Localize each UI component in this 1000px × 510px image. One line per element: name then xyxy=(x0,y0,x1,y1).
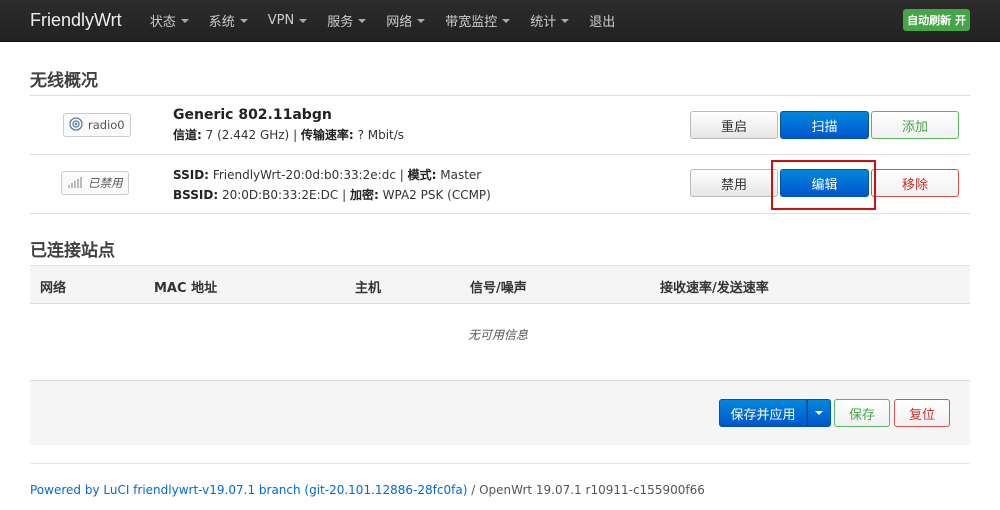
channel-value: 7 (2.442 GHz) xyxy=(205,128,290,142)
caret-down-icon xyxy=(299,18,308,23)
stations-header: 网络 MAC 地址 主机 信号/噪声 接收速率/发送速率 xyxy=(30,265,970,304)
top-navbar: FriendlyWrt 状态 系统 VPN 服务 网络 带宽监控 统计 退出 自… xyxy=(0,0,1000,42)
no-info-text: 无可用信息 xyxy=(468,328,529,342)
caret-down-icon xyxy=(358,18,367,23)
stations-title: 已连接站点 xyxy=(30,241,115,261)
scan-button[interactable]: 扫描 xyxy=(780,111,869,139)
menu-status[interactable]: 状态 xyxy=(140,11,199,30)
save-button[interactable]: 保存 xyxy=(834,399,890,427)
col-signal: 信号/噪声 xyxy=(470,281,527,296)
menu-logout[interactable]: 退出 xyxy=(579,11,625,30)
footer-divider xyxy=(30,463,970,464)
menu-network[interactable]: 网络 xyxy=(376,11,435,30)
menu-system[interactable]: 系统 xyxy=(199,11,258,30)
bssid-value: 20:0D:B0:33:2E:DC xyxy=(221,188,339,202)
col-network: 网络 xyxy=(40,281,67,296)
caret-down-icon xyxy=(502,18,511,23)
caret-down-icon xyxy=(561,18,570,23)
footer-version: / OpenWrt 19.07.1 r10911-c155900f66 xyxy=(467,483,705,497)
col-host: 主机 xyxy=(355,281,382,296)
brand-logo[interactable]: FriendlyWrt xyxy=(30,10,122,31)
encryption-value: WPA2 PSK (CCMP) xyxy=(382,188,491,202)
network-row: 已禁用 SSID: FriendlyWrt-20:0d:b0:33:2e:dc … xyxy=(30,155,970,214)
menu-bandwidth[interactable]: 带宽监控 xyxy=(435,11,520,30)
save-apply-button[interactable]: 保存并应用 xyxy=(719,399,807,427)
save-apply-dropdown[interactable] xyxy=(807,399,831,427)
stations-empty-row: 无可用信息 xyxy=(30,304,970,364)
caret-down-icon xyxy=(180,18,189,23)
restart-button[interactable]: 重启 xyxy=(690,111,778,139)
caret-down-icon xyxy=(815,411,823,415)
stations-table: 网络 MAC 地址 主机 信号/噪声 接收速率/发送速率 无可用信息 xyxy=(30,265,970,364)
page-actions: 保存并应用 保存 复位 xyxy=(30,380,970,445)
caret-down-icon xyxy=(239,18,248,23)
footer: Powered by LuCI friendlywrt-v19.07.1 bra… xyxy=(30,483,705,497)
ssid-value: FriendlyWrt-20:0d:b0:33:2e:dc xyxy=(212,168,396,182)
wireless-table: radio0 Generic 802.11abgn 信道: 7 (2.442 G… xyxy=(30,95,970,214)
add-button[interactable]: 添加 xyxy=(871,111,959,139)
disabled-badge: 已禁用 xyxy=(61,171,129,195)
autorefresh-toggle[interactable]: 自动刷新 开 xyxy=(903,9,970,31)
disable-button[interactable]: 禁用 xyxy=(690,169,778,197)
wifi-radio-icon xyxy=(69,116,83,134)
caret-down-icon xyxy=(417,18,426,23)
save-apply-split-button: 保存并应用 xyxy=(719,399,831,427)
wireless-overview-title: 无线概况 xyxy=(30,71,98,91)
device-name: Generic 802.11abgn xyxy=(173,107,332,123)
signal-bars-icon xyxy=(67,176,83,191)
remove-button[interactable]: 移除 xyxy=(871,169,959,197)
main-menu: 状态 系统 VPN 服务 网络 带宽监控 统计 退出 xyxy=(140,11,626,30)
menu-services[interactable]: 服务 xyxy=(317,11,376,30)
luci-link[interactable]: Powered by LuCI friendlywrt-v19.07.1 bra… xyxy=(30,483,467,497)
menu-statistics[interactable]: 统计 xyxy=(520,11,579,30)
radio-badge: radio0 xyxy=(63,113,131,137)
device-info: Generic 802.11abgn 信道: 7 (2.442 GHz) | 传… xyxy=(173,107,405,142)
device-row: radio0 Generic 802.11abgn 信道: 7 (2.442 G… xyxy=(30,96,970,155)
col-mac: MAC 地址 xyxy=(154,281,218,296)
network-info: SSID: FriendlyWrt-20:0d:b0:33:2e:dc | 模式… xyxy=(173,168,491,202)
mode-value: Master xyxy=(440,168,482,182)
menu-vpn[interactable]: VPN xyxy=(258,13,317,28)
rate-value: ? Mbit/s xyxy=(357,128,405,142)
reset-button[interactable]: 复位 xyxy=(894,399,950,427)
col-rate: 接收速率/发送速率 xyxy=(660,281,769,296)
edit-button-highlight xyxy=(771,160,876,210)
